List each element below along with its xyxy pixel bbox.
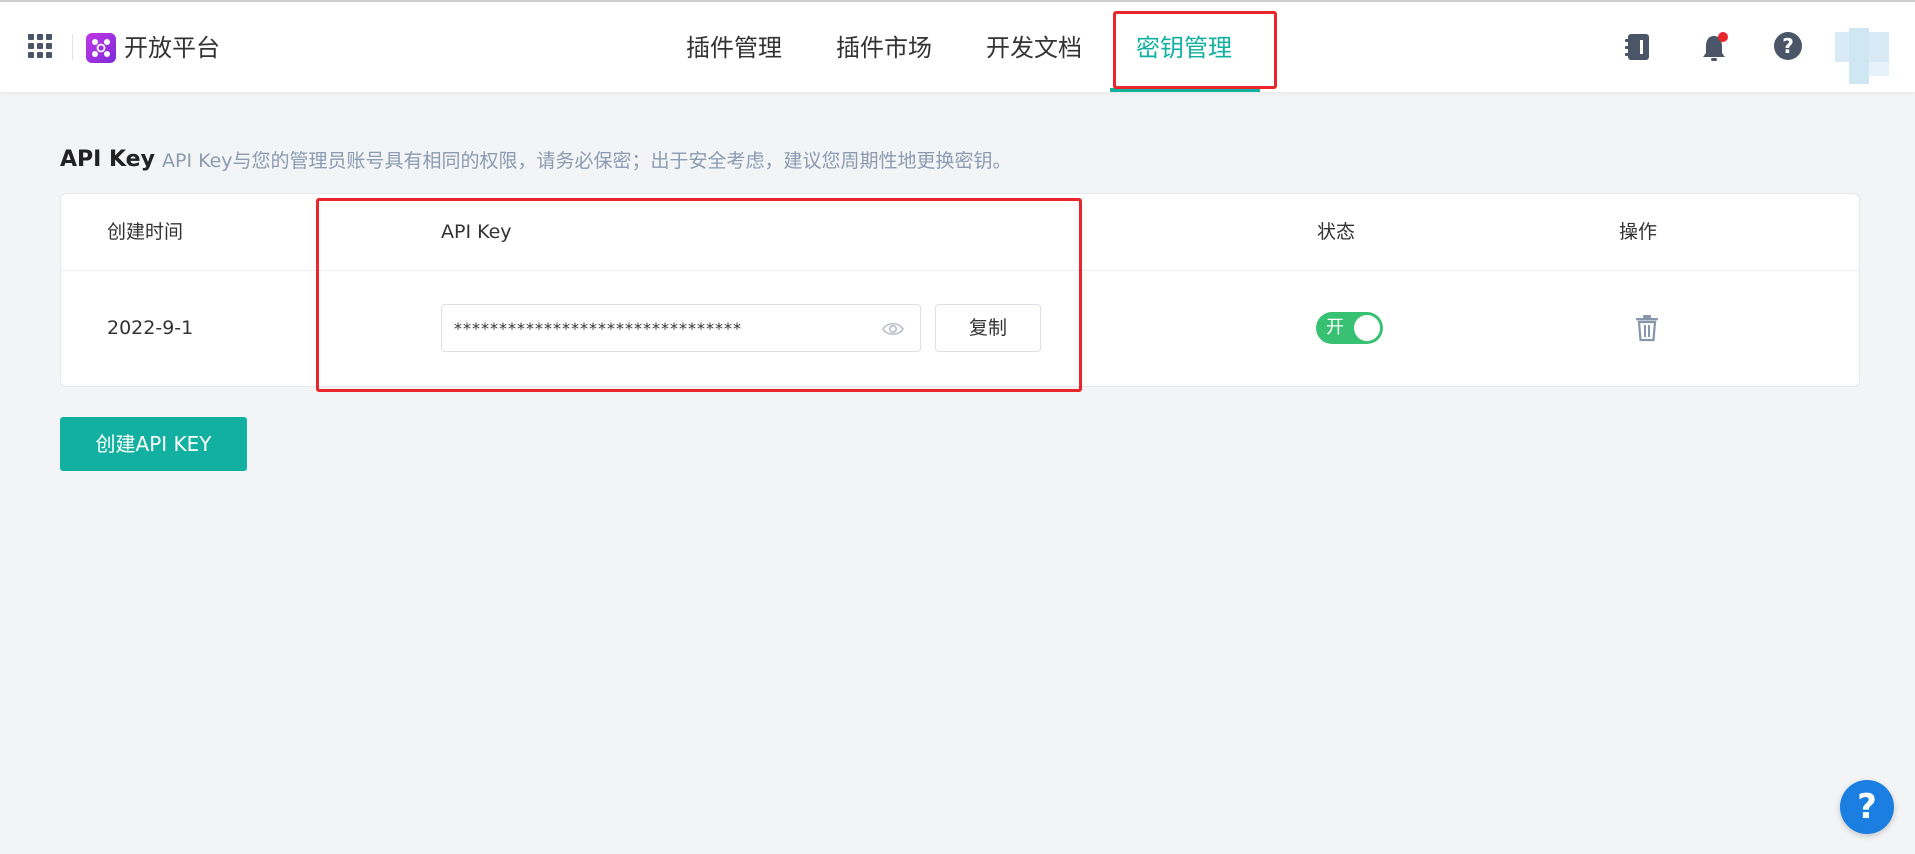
brand-logo-icon <box>86 33 116 63</box>
avatar[interactable] <box>1835 28 1891 84</box>
section-description: API Key与您的管理员账号具有相同的权限，请务必保密；出于安全考虑，建议您周… <box>162 150 1012 172</box>
highlight-box-api-key <box>316 198 1082 392</box>
create-api-key-button[interactable]: 创建API KEY <box>60 417 247 471</box>
status-toggle-label: 开 <box>1326 317 1344 338</box>
nav-plugin-management[interactable]: 插件管理 <box>686 32 782 64</box>
trash-icon[interactable] <box>1634 314 1660 342</box>
brand-title[interactable]: 开放平台 <box>124 32 220 64</box>
column-header-actions: 操作 <box>1619 221 1658 243</box>
created-date: 2022-9-1 <box>107 317 194 339</box>
nav-dev-docs[interactable]: 开发文档 <box>986 32 1082 64</box>
column-header-status: 状态 <box>1317 221 1356 243</box>
highlight-box-nav <box>1113 11 1277 89</box>
apps-grid-icon[interactable] <box>28 34 52 58</box>
nav-plugin-market[interactable]: 插件市场 <box>836 32 932 64</box>
bell-icon[interactable] <box>1700 32 1730 62</box>
help-icon[interactable]: ? <box>1774 32 1804 62</box>
floating-help-button[interactable]: ? <box>1840 780 1894 834</box>
notebook-icon[interactable] <box>1625 32 1655 62</box>
column-header-created: 创建时间 <box>107 221 184 243</box>
brand-divider <box>72 34 73 60</box>
toggle-knob <box>1354 315 1380 341</box>
top-header: 开放平台 插件管理 插件市场 开发文档 密钥管理 ? <box>0 2 1915 92</box>
section-title: API Key <box>60 147 155 172</box>
status-toggle[interactable]: 开 <box>1316 312 1383 344</box>
